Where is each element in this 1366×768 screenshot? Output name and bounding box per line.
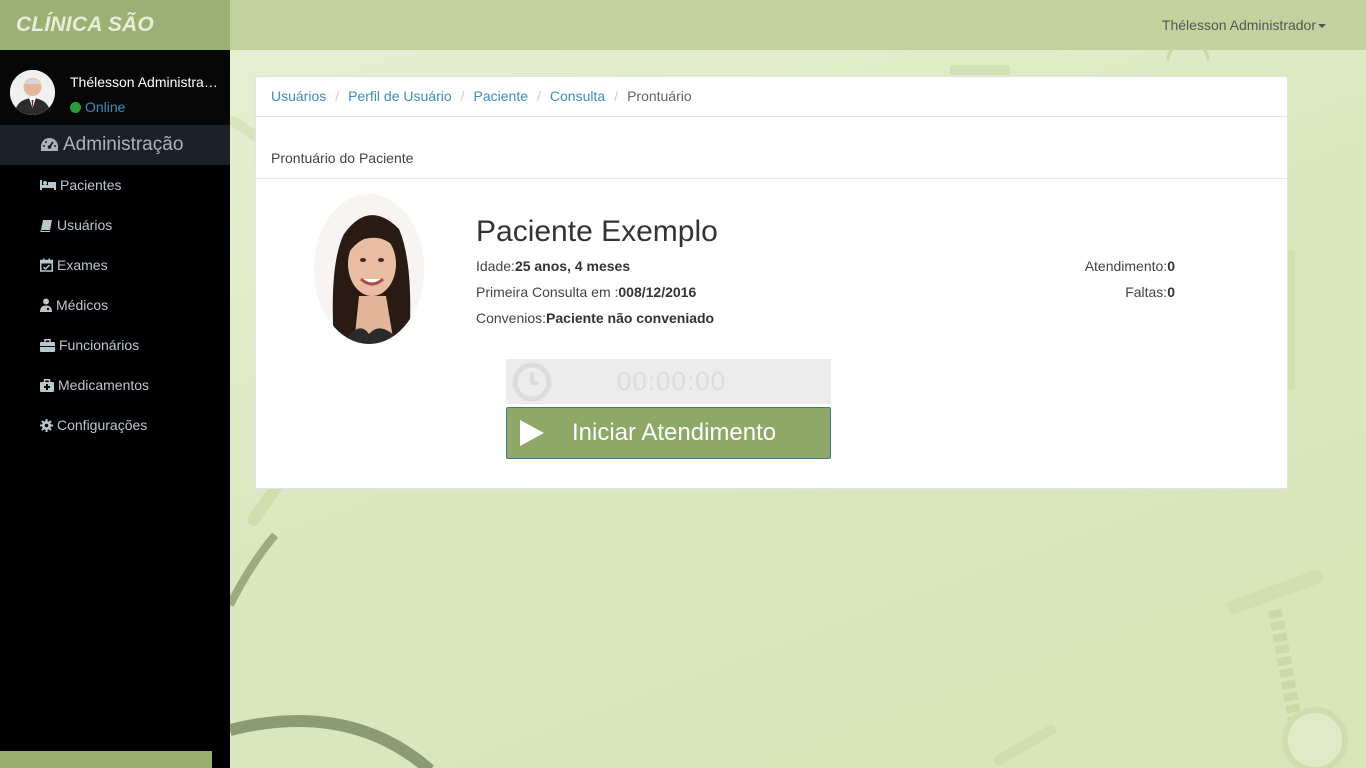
user-status-label: Online bbox=[85, 99, 126, 115]
attendance-value: 0 bbox=[1167, 258, 1175, 274]
clock-icon bbox=[512, 362, 552, 401]
user-panel: Thélesson Administrador Online bbox=[0, 50, 230, 125]
breadcrumb-separator: / bbox=[537, 88, 541, 104]
first-visit-value: 008/12/2016 bbox=[618, 284, 697, 300]
breadcrumb-paciente[interactable]: Paciente bbox=[474, 88, 528, 104]
bed-icon bbox=[40, 180, 56, 190]
absences-value: 0 bbox=[1167, 284, 1175, 300]
sidebar-item-exames[interactable]: Exames bbox=[0, 245, 230, 285]
breadcrumb-separator: / bbox=[614, 88, 619, 104]
patient-photo bbox=[314, 194, 424, 344]
user-menu-label: Thélesson Administrador bbox=[1161, 17, 1316, 33]
start-attendance-button[interactable]: Iniciar Atendimento bbox=[506, 407, 831, 459]
breadcrumb-separator: / bbox=[335, 88, 340, 104]
patient-insurance: Convenios:Paciente não conveniado bbox=[476, 310, 714, 326]
sidebar-item-label: Funcionários bbox=[59, 337, 140, 353]
sidebar-footer-bar bbox=[0, 751, 212, 768]
insurance-label: Convenios: bbox=[476, 310, 547, 326]
sidebar-item-pacientes[interactable]: Pacientes bbox=[0, 165, 230, 205]
sidebar-item-label: Usuários bbox=[57, 217, 113, 233]
first-visit-label: Primeira Consulta em : bbox=[476, 284, 619, 300]
absences-label: Faltas: bbox=[1125, 284, 1168, 300]
age-label: Idade: bbox=[476, 258, 515, 274]
attendance-count: Atendimento:0 bbox=[1085, 258, 1175, 274]
caret-down-icon bbox=[1318, 24, 1326, 29]
breadcrumb-usuarios[interactable]: Usuários bbox=[271, 88, 326, 104]
sidebar-item-label: Pacientes bbox=[60, 177, 122, 193]
user-name: Thélesson Administrador bbox=[70, 74, 220, 90]
menu-header-label: Administração bbox=[63, 134, 184, 155]
medkit-icon bbox=[40, 378, 54, 392]
brand-title[interactable]: CLÍNICA SÃO LUCAS bbox=[0, 0, 230, 86]
timer-value: 00:00:00 bbox=[616, 366, 727, 396]
user-menu-dropdown[interactable]: Thélesson Administrador bbox=[1162, 0, 1326, 50]
attendance-label: Atendimento: bbox=[1084, 258, 1168, 274]
start-attendance-label: Iniciar Atendimento bbox=[572, 419, 777, 446]
user-status[interactable]: Online bbox=[70, 99, 125, 115]
breadcrumb-current: Prontuário bbox=[627, 88, 692, 104]
patient-first-visit: Primeira Consulta em :008/12/2016 bbox=[476, 284, 696, 300]
sidebar-item-label: Exames bbox=[57, 257, 108, 273]
gear-icon bbox=[40, 418, 53, 432]
briefcase-icon bbox=[40, 338, 55, 352]
play-icon bbox=[520, 420, 544, 446]
menu-header-administracao[interactable]: Administração bbox=[0, 125, 230, 165]
sidebar-item-funcionarios[interactable]: Funcionários bbox=[0, 325, 230, 365]
age-value: 25 anos, 4 meses bbox=[514, 258, 631, 274]
user-md-icon bbox=[40, 298, 52, 312]
top-navbar: Thélesson Administrador bbox=[230, 0, 1366, 50]
sidebar-item-medicamentos[interactable]: Medicamentos bbox=[0, 365, 230, 405]
book-icon bbox=[40, 219, 52, 232]
online-status-icon bbox=[70, 102, 81, 113]
panel-title: Prontuário do Paciente bbox=[256, 117, 1287, 179]
sidebar-item-label: Médicos bbox=[56, 297, 109, 313]
patient-name: Paciente Exemplo bbox=[476, 215, 718, 248]
sidebar-item-label: Medicamentos bbox=[58, 377, 150, 393]
sidebar-item-medicos[interactable]: Médicos bbox=[0, 285, 230, 325]
patient-record-card: Usuários / Perfil de Usuário / Paciente / Cons… bbox=[255, 76, 1288, 489]
breadcrumb-separator: / bbox=[460, 88, 465, 104]
consultation-timer: 00:00:00 bbox=[506, 359, 831, 404]
calendar-check-icon bbox=[40, 258, 53, 272]
sidebar-item-usuarios[interactable]: Usuários bbox=[0, 205, 230, 245]
user-avatar bbox=[10, 70, 55, 115]
absences-count: Faltas:0 bbox=[1125, 284, 1175, 300]
breadcrumb-consulta[interactable]: Consulta bbox=[550, 88, 605, 104]
dashboard-icon bbox=[41, 138, 58, 151]
insurance-value: Paciente não conveniado bbox=[546, 310, 715, 326]
breadcrumb: Usuários / Perfil de Usuário / Paciente / Cons… bbox=[256, 77, 1287, 117]
sidebar-item-label: Configurações bbox=[57, 417, 148, 433]
sidebar-item-configuracoes[interactable]: Configurações bbox=[0, 405, 230, 445]
sidebar: Thélesson Administrador Online Administr… bbox=[0, 50, 230, 768]
breadcrumb-perfil-de-usuario[interactable]: Perfil de Usuário bbox=[348, 88, 452, 104]
patient-age: Idade:25 anos, 4 meses bbox=[476, 258, 630, 274]
